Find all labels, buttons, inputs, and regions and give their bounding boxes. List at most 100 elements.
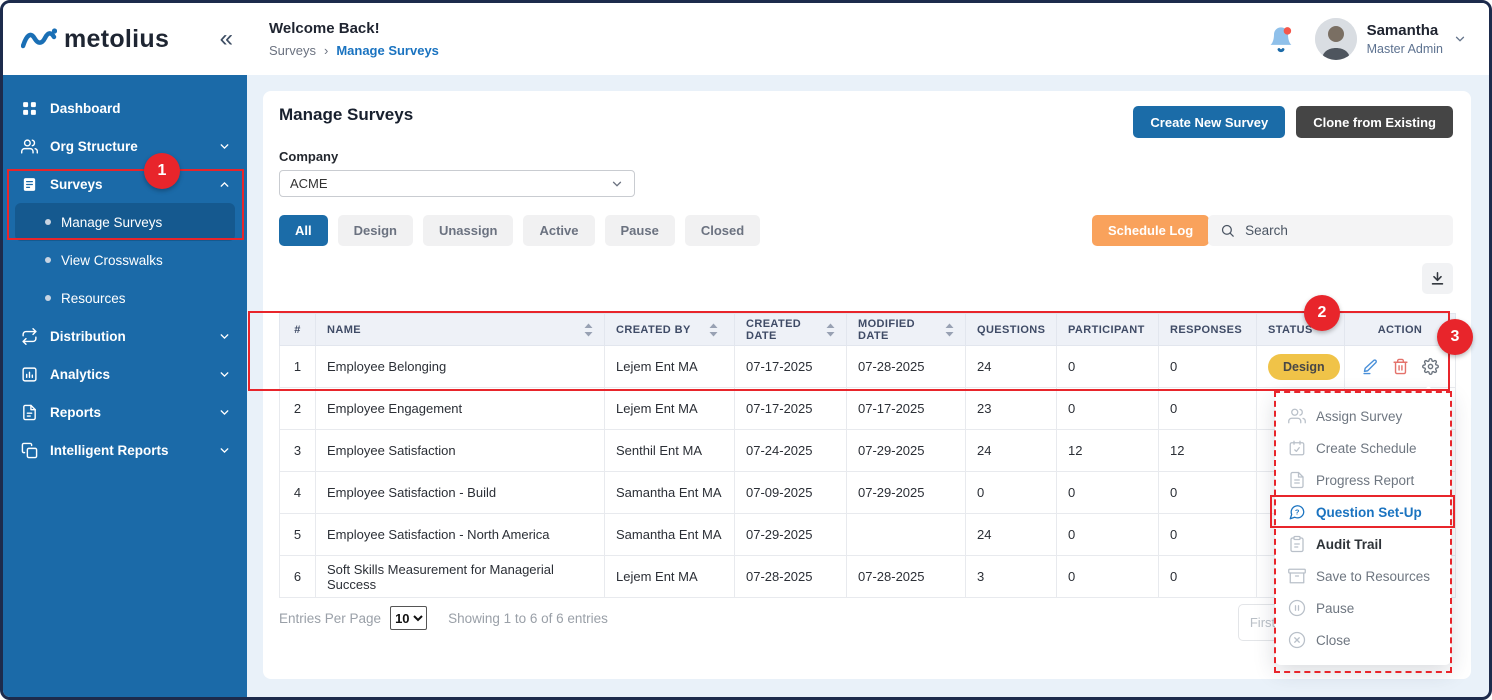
col-questions: QUESTIONS xyxy=(966,314,1057,346)
tab-design[interactable]: Design xyxy=(338,215,413,246)
survey-name: Employee Belonging xyxy=(316,346,605,388)
table-header-row: # NAME CREATED BY CREATED DATE MODIFIED … xyxy=(280,314,1456,346)
clone-from-existing-button[interactable]: Clone from Existing xyxy=(1296,106,1453,138)
sidebar-item-label: Manage Surveys xyxy=(61,215,162,230)
download-button[interactable] xyxy=(1422,263,1453,294)
user-menu[interactable]: Samantha Master Admin xyxy=(1315,18,1467,60)
welcome-title: Welcome Back! xyxy=(269,20,439,37)
sidebar-item-manage-surveys[interactable]: Manage Surveys xyxy=(15,203,235,241)
report-document-icon xyxy=(21,404,38,421)
sidebar-item-surveys[interactable]: Surveys xyxy=(3,165,247,203)
sort-icon[interactable] xyxy=(709,323,718,337)
tab-closed[interactable]: Closed xyxy=(685,215,760,246)
company-select[interactable]: ACME xyxy=(279,170,635,197)
sort-icon[interactable] xyxy=(826,323,835,337)
col-created-by[interactable]: CREATED BY xyxy=(605,314,735,346)
menu-item-audit-trail[interactable]: Audit Trail xyxy=(1275,528,1451,560)
modified-date: 07-28-2025 xyxy=(847,346,966,388)
menu-item-question-set-up[interactable]: ? Question Set-Up xyxy=(1275,496,1451,528)
topbar: Welcome Back! Surveys › Manage Surveys xyxy=(247,3,1489,75)
col-modified-date[interactable]: MODIFIED DATE xyxy=(847,314,966,346)
row-number: 1 xyxy=(280,346,316,388)
status-cell: Design xyxy=(1257,346,1345,388)
settings-gear-icon[interactable] xyxy=(1422,358,1439,375)
layered-reports-icon xyxy=(21,442,38,459)
menu-item-label: Create Schedule xyxy=(1316,441,1417,456)
sidebar-item-distribution[interactable]: Distribution xyxy=(3,317,247,355)
table-row[interactable]: 1 Employee Belonging Lejem Ent MA 07-17-… xyxy=(280,346,1456,388)
sort-icon[interactable] xyxy=(584,323,593,337)
schedule-log-button[interactable]: Schedule Log xyxy=(1092,215,1209,246)
col-created-date[interactable]: CREATED DATE xyxy=(735,314,847,346)
menu-item-progress-report[interactable]: Progress Report xyxy=(1275,464,1451,496)
survey-name: Employee Satisfaction - Build xyxy=(316,472,605,514)
chevron-down-icon xyxy=(610,177,624,191)
responses-count: 12 xyxy=(1159,430,1257,472)
menu-item-label: Save to Resources xyxy=(1316,569,1430,584)
notification-bell-icon[interactable] xyxy=(1267,25,1295,53)
modified-date: 07-29-2025 xyxy=(847,430,966,472)
created-by: Samantha Ent MA xyxy=(605,472,735,514)
menu-item-create-schedule[interactable]: Create Schedule xyxy=(1275,432,1451,464)
welcome-block: Welcome Back! Surveys › Manage Surveys xyxy=(269,20,439,58)
sidebar-collapse-button[interactable]: « xyxy=(220,27,233,51)
sidebar-item-label: Dashboard xyxy=(50,101,121,116)
created-date: 07-09-2025 xyxy=(735,472,847,514)
delete-icon[interactable] xyxy=(1392,358,1409,375)
survey-list-icon xyxy=(21,176,38,193)
breadcrumb-surveys[interactable]: Surveys xyxy=(269,43,316,58)
participant-count: 0 xyxy=(1057,514,1159,556)
sidebar-item-resources[interactable]: Resources xyxy=(3,279,247,317)
search-input[interactable] xyxy=(1245,223,1441,238)
menu-item-save-to-resources[interactable]: Save to Resources xyxy=(1275,560,1451,592)
menu-item-assign-survey[interactable]: Assign Survey xyxy=(1275,400,1451,432)
created-by: Samantha Ent MA xyxy=(605,514,735,556)
modified-date xyxy=(847,514,966,556)
sidebar-item-label: Intelligent Reports xyxy=(50,443,169,458)
dashboard-grid-icon xyxy=(21,100,38,117)
survey-name: Employee Engagement xyxy=(316,388,605,430)
tab-unassign[interactable]: Unassign xyxy=(423,215,514,246)
chevron-down-icon xyxy=(218,330,231,343)
breadcrumb-manage-surveys[interactable]: Manage Surveys xyxy=(336,43,439,58)
user-role: Master Admin xyxy=(1367,42,1443,56)
chevron-down-icon xyxy=(218,406,231,419)
app-window: metolius « Dashboard Org Structure xyxy=(0,0,1492,700)
sidebar-item-reports[interactable]: Reports xyxy=(3,393,247,431)
survey-name: Employee Satisfaction xyxy=(316,430,605,472)
page-title: Manage Surveys xyxy=(279,105,413,125)
responses-count: 0 xyxy=(1159,514,1257,556)
menu-item-label: Close xyxy=(1316,633,1351,648)
tab-pause[interactable]: Pause xyxy=(605,215,675,246)
chevron-down-icon xyxy=(218,368,231,381)
menu-item-label: Progress Report xyxy=(1316,473,1414,488)
participant-count: 0 xyxy=(1057,472,1159,514)
edit-icon[interactable] xyxy=(1362,358,1379,375)
row-number: 6 xyxy=(280,556,316,598)
chevron-down-icon xyxy=(218,444,231,457)
sidebar-item-analytics[interactable]: Analytics xyxy=(3,355,247,393)
create-new-survey-button[interactable]: Create New Survey xyxy=(1133,106,1285,138)
tab-all[interactable]: All xyxy=(279,215,328,246)
tab-active[interactable]: Active xyxy=(523,215,594,246)
responses-count: 0 xyxy=(1159,346,1257,388)
created-date: 07-24-2025 xyxy=(735,430,847,472)
modified-date: 07-17-2025 xyxy=(847,388,966,430)
menu-item-pause[interactable]: Pause xyxy=(1275,592,1451,624)
people-icon xyxy=(21,138,38,155)
sidebar-item-view-crosswalks[interactable]: View Crosswalks xyxy=(3,241,247,279)
sort-icon[interactable] xyxy=(945,323,954,337)
sidebar-item-dashboard[interactable]: Dashboard xyxy=(3,89,247,127)
menu-item-close[interactable]: Close xyxy=(1275,624,1451,656)
showing-entries-text: Showing 1 to 6 of 6 entries xyxy=(448,611,608,626)
entries-per-page-select[interactable]: 10 xyxy=(390,606,427,630)
questions-count: 24 xyxy=(966,346,1057,388)
user-text: Samantha Master Admin xyxy=(1367,22,1443,56)
svg-text:?: ? xyxy=(1295,507,1300,516)
sidebar-item-intelligent-reports[interactable]: Intelligent Reports xyxy=(3,431,247,469)
sidebar: metolius « Dashboard Org Structure xyxy=(3,3,247,697)
avatar xyxy=(1315,18,1357,60)
sidebar-item-org-structure[interactable]: Org Structure xyxy=(3,127,247,165)
col-name[interactable]: NAME xyxy=(316,314,605,346)
close-circle-icon xyxy=(1288,631,1306,649)
